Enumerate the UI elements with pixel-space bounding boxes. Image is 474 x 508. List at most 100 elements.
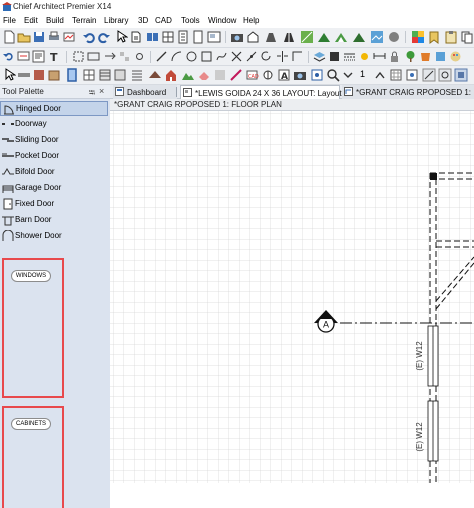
- palette-item-fixed-door[interactable]: Fixed Door: [0, 197, 108, 212]
- lock-icon[interactable]: [388, 50, 401, 63]
- select-objects-icon[interactable]: [114, 30, 128, 44]
- watercolor-icon[interactable]: [370, 30, 384, 44]
- select-arrow-icon[interactable]: [2, 68, 16, 82]
- plan-canvas[interactable]: (E) W12 (E) W12 A: [110, 111, 474, 483]
- eraser-icon[interactable]: [197, 68, 211, 82]
- plot-icon[interactable]: [62, 30, 76, 44]
- fill-icon[interactable]: [328, 50, 341, 63]
- dollhouse-icon[interactable]: [317, 30, 331, 44]
- tab-layout[interactable]: *LEWIS GOIDA 24 X 36 LAYOUT: Layout: [180, 85, 342, 99]
- full-camera-icon[interactable]: [246, 30, 260, 44]
- paste-icon[interactable]: [444, 30, 458, 44]
- sketch-tool-icon[interactable]: [229, 68, 243, 82]
- open-icon[interactable]: [17, 30, 31, 44]
- menu-tools[interactable]: Tools: [181, 16, 200, 25]
- palette-icon[interactable]: [449, 50, 462, 63]
- render-icon[interactable]: [387, 30, 401, 44]
- library-browser-icon[interactable]: [146, 30, 160, 44]
- text-tool-icon[interactable]: A: [277, 68, 291, 82]
- chevron-down-icon[interactable]: [341, 68, 355, 82]
- open-object-icon[interactable]: [129, 30, 143, 44]
- page-icon[interactable]: [191, 30, 205, 44]
- zoom-window-icon[interactable]: [310, 68, 324, 82]
- room-tool-icon[interactable]: [32, 68, 46, 82]
- cad-block-icon[interactable]: CAD: [245, 68, 259, 82]
- layer-icon[interactable]: [313, 50, 326, 63]
- new-plan-icon[interactable]: [2, 30, 16, 44]
- mirror-icon[interactable]: [276, 50, 289, 63]
- camera-icon[interactable]: [230, 30, 244, 44]
- snap-icon[interactable]: [133, 50, 146, 63]
- plan-view-icon[interactable]: [161, 30, 175, 44]
- section-marker-icon[interactable]: A: [312, 309, 340, 337]
- print-icon[interactable]: [47, 30, 61, 44]
- transform-icon[interactable]: [72, 50, 85, 63]
- camera-tool-icon[interactable]: [293, 68, 307, 82]
- close-icon[interactable]: ×: [99, 86, 104, 96]
- save-icon[interactable]: [32, 30, 46, 44]
- delete-icon[interactable]: [230, 50, 243, 63]
- note-icon[interactable]: [32, 50, 45, 63]
- fixture-icon[interactable]: [419, 50, 432, 63]
- palette-item-sliding-door[interactable]: Sliding Door: [0, 133, 108, 148]
- layout-icon[interactable]: [207, 30, 221, 44]
- stretch-icon[interactable]: [103, 50, 116, 63]
- copy-icon[interactable]: [460, 30, 474, 44]
- spline-icon[interactable]: [215, 50, 228, 63]
- door-tool-icon[interactable]: [65, 68, 79, 82]
- cross-section-icon[interactable]: [176, 30, 190, 44]
- line-icon[interactable]: [155, 50, 168, 63]
- roof-tool-icon[interactable]: [148, 68, 162, 82]
- palette-item-barn-door[interactable]: Barn Door: [0, 213, 108, 228]
- text-icon[interactable]: T: [48, 50, 61, 63]
- menu-cad[interactable]: CAD: [155, 16, 172, 25]
- framing-tool-icon[interactable]: [130, 68, 144, 82]
- palette-item-doorway[interactable]: Doorway: [0, 117, 108, 132]
- circle-icon[interactable]: [185, 50, 198, 63]
- angle-snap-icon[interactable]: [438, 68, 452, 82]
- terrain-tool-icon[interactable]: [181, 68, 195, 82]
- rotate-icon[interactable]: [260, 50, 273, 63]
- stair-tool-icon[interactable]: [98, 68, 112, 82]
- menu-terrain[interactable]: Terrain: [72, 16, 96, 25]
- palette-item-bifold-door[interactable]: Bifold Door: [0, 165, 108, 180]
- join-icon[interactable]: [291, 50, 304, 63]
- menu-build[interactable]: Build: [46, 16, 64, 25]
- menu-3d[interactable]: 3D: [138, 16, 148, 25]
- framing-icon[interactable]: [300, 30, 314, 44]
- menu-library[interactable]: Library: [104, 16, 128, 25]
- arc-icon[interactable]: [170, 50, 183, 63]
- trim-icon[interactable]: [245, 50, 258, 63]
- menu-window[interactable]: Window: [208, 16, 236, 25]
- array-icon[interactable]: [118, 50, 131, 63]
- palette-item-garage-door[interactable]: Garage Door: [0, 181, 108, 196]
- dimension-strings-icon[interactable]: [373, 50, 386, 63]
- dimension-icon[interactable]: [17, 50, 30, 63]
- materials-icon[interactable]: [411, 30, 425, 44]
- redo-icon[interactable]: [97, 30, 111, 44]
- plant-chooser-icon[interactable]: [404, 50, 417, 63]
- mesh-tool-icon[interactable]: [213, 68, 227, 82]
- sun-icon[interactable]: [358, 50, 371, 63]
- tab-plan[interactable]: *GRANT CRAIG RPOPOSED 1:: [342, 85, 474, 99]
- house-tool-icon[interactable]: [164, 68, 178, 82]
- cross-section-3d-icon[interactable]: [334, 30, 348, 44]
- electrical-tool-icon[interactable]: [261, 68, 275, 82]
- group-select-icon[interactable]: [87, 50, 100, 63]
- menu-help[interactable]: Help: [243, 16, 259, 25]
- zoom-icon[interactable]: [326, 68, 340, 82]
- tab-dashboard[interactable]: Dashboard: [113, 85, 177, 99]
- ceiling-tool-icon[interactable]: [113, 68, 127, 82]
- bookmark-icon[interactable]: [427, 30, 441, 44]
- up-level-icon[interactable]: [373, 68, 387, 82]
- window-tool-icon[interactable]: [82, 68, 96, 82]
- object-snap-icon[interactable]: [454, 68, 468, 82]
- undo-icon[interactable]: [82, 30, 96, 44]
- line-style-icon[interactable]: [343, 50, 356, 63]
- undo-small-icon[interactable]: [2, 50, 15, 63]
- extension-snap-icon[interactable]: [422, 68, 436, 82]
- glass-house-icon[interactable]: [352, 30, 366, 44]
- menu-file[interactable]: File: [3, 16, 16, 25]
- library-item-icon[interactable]: [434, 50, 447, 63]
- menu-edit[interactable]: Edit: [24, 16, 38, 25]
